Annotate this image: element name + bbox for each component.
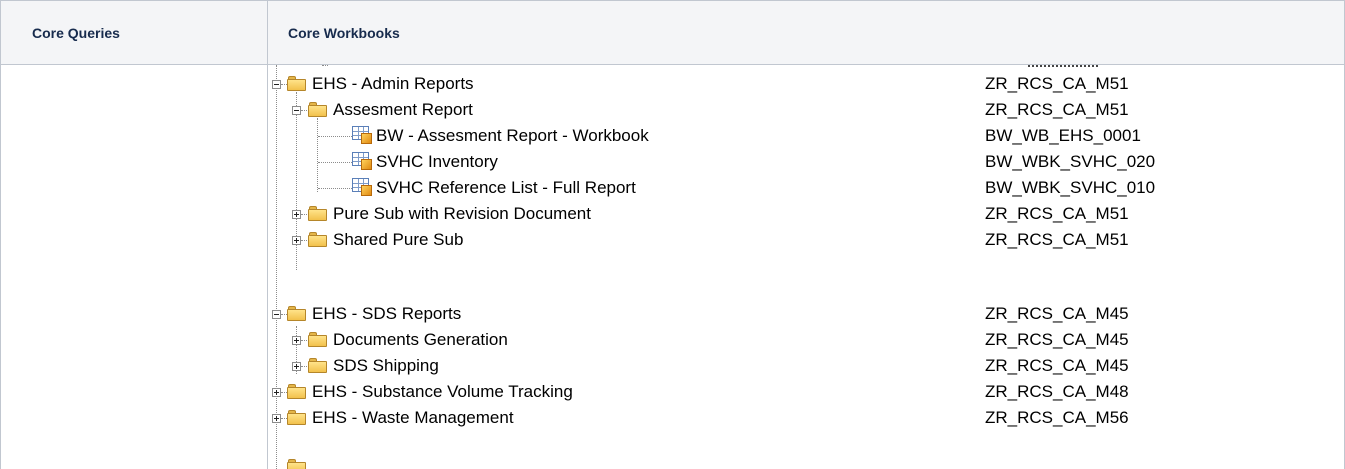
tree-node-label: EHS - Substance Volume Tracking — [312, 382, 573, 401]
tree-node-code: ZR_RCS_CA_M48 — [985, 382, 1129, 401]
folder-icon — [287, 384, 306, 399]
expand-toggle[interactable] — [292, 236, 301, 245]
tree-node-pure-sub-revision[interactable]: Pure Sub with Revision Document — [268, 201, 968, 227]
tree-node-label: Assesment Report — [333, 100, 473, 119]
tree-node-shared-pure-sub[interactable]: Shared Pure Sub — [268, 227, 968, 253]
folder-icon — [308, 102, 327, 117]
workbook-tree: EHS - Admin Reports ZR_RCS_CA_M51 Assesm… — [268, 65, 1344, 469]
tree-node-ehs-substance-volume[interactable]: EHS - Substance Volume Tracking — [268, 379, 968, 405]
tree-node-code: BW_WBK_SVHC_020 — [985, 152, 1156, 171]
tree-node-svhc-reference-list[interactable]: SVHC Reference List - Full Report — [268, 175, 968, 201]
folder-icon — [308, 332, 327, 347]
tree-node-sds-shipping[interactable]: SDS Shipping — [268, 353, 968, 379]
folder-icon — [308, 358, 327, 373]
tree-node-documents-generation[interactable]: Documents Generation — [268, 327, 968, 353]
tree-connector — [1028, 65, 1098, 68]
table-border-left — [0, 0, 1, 469]
tree-node-code: ZR_RCS_CA_M51 — [985, 74, 1129, 93]
tree-node-ehs-admin-reports[interactable]: EHS - Admin Reports — [268, 71, 968, 97]
expand-toggle[interactable] — [292, 336, 301, 345]
folder-icon — [287, 76, 306, 91]
tree-node-ehs-waste-management[interactable]: EHS - Waste Management — [268, 405, 968, 431]
tree-node-code: ZR_RCS_CA_M45 — [985, 330, 1129, 349]
collapse-toggle[interactable] — [272, 310, 281, 319]
tree-connector — [301, 366, 307, 368]
workbook-icon — [352, 126, 374, 146]
header-core-queries: Core Queries — [32, 25, 120, 41]
expand-toggle[interactable] — [292, 210, 301, 219]
expand-toggle[interactable] — [292, 362, 301, 371]
tree-node-ehs-sds-reports[interactable]: EHS - SDS Reports — [268, 301, 968, 327]
tree-node-label: Shared Pure Sub — [333, 230, 464, 249]
tree-node-bw-assesment-workbook[interactable]: BW - Assesment Report - Workbook — [268, 123, 968, 149]
tree-connector — [322, 65, 328, 67]
workbook-icon — [352, 152, 374, 172]
tree-node-svhc-inventory[interactable]: SVHC Inventory — [268, 149, 968, 175]
tree-connector — [301, 214, 307, 216]
tree-node-code: ZR_RCS_CA_M45 — [985, 356, 1129, 375]
tree-node-label: BW - Assesment Report - Workbook — [376, 126, 649, 145]
tree-connector — [318, 188, 352, 190]
tree-connector — [301, 340, 307, 342]
header-core-workbooks: Core Workbooks — [288, 25, 400, 41]
tree-node-code: ZR_RCS_CA_M56 — [985, 408, 1129, 427]
tree-node-code: ZR_RCS_CA_M51 — [985, 204, 1129, 223]
tree-connector — [301, 240, 307, 242]
tree-node-code: ZR_RCS_CA_M45 — [985, 304, 1129, 323]
folder-icon — [287, 459, 306, 469]
expand-toggle[interactable] — [272, 414, 281, 423]
folder-icon — [287, 306, 306, 321]
tree-connector — [318, 136, 352, 138]
collapse-toggle[interactable] — [292, 106, 301, 115]
table-header-row — [0, 0, 1345, 64]
tree-node-code: BW_WB_EHS_0001 — [985, 126, 1141, 145]
tree-node-label: EHS - Admin Reports — [312, 74, 474, 93]
table-border-top — [0, 0, 1345, 1]
collapse-toggle[interactable] — [272, 80, 281, 89]
tree-node-label: SVHC Inventory — [376, 152, 498, 171]
tree-node-label: EHS - Waste Management — [312, 408, 514, 427]
expand-toggle[interactable] — [272, 388, 281, 397]
tree-node-label: Documents Generation — [333, 330, 508, 349]
tree-node-label: SVHC Reference List - Full Report — [376, 178, 636, 197]
folder-icon — [287, 410, 306, 425]
tree-node-label: EHS - SDS Reports — [312, 304, 462, 323]
tree-connector — [318, 162, 352, 164]
tree-node-label: SDS Shipping — [333, 356, 439, 375]
workbooks-table: Core Queries Core Workbooks EHS - Admin … — [0, 0, 1345, 469]
tree-node-code: BW_WBK_SVHC_010 — [985, 178, 1156, 197]
workbook-icon — [352, 178, 374, 198]
folder-icon — [308, 232, 327, 247]
tree-node-code: ZR_RCS_CA_M51 — [985, 230, 1129, 249]
tree-node-code: ZR_RCS_CA_M51 — [985, 100, 1129, 119]
tree-node-label: Pure Sub with Revision Document — [333, 204, 591, 223]
folder-icon — [308, 206, 327, 221]
tree-connector — [301, 110, 307, 112]
tree-node-assesment-report[interactable]: Assesment Report — [268, 97, 968, 123]
